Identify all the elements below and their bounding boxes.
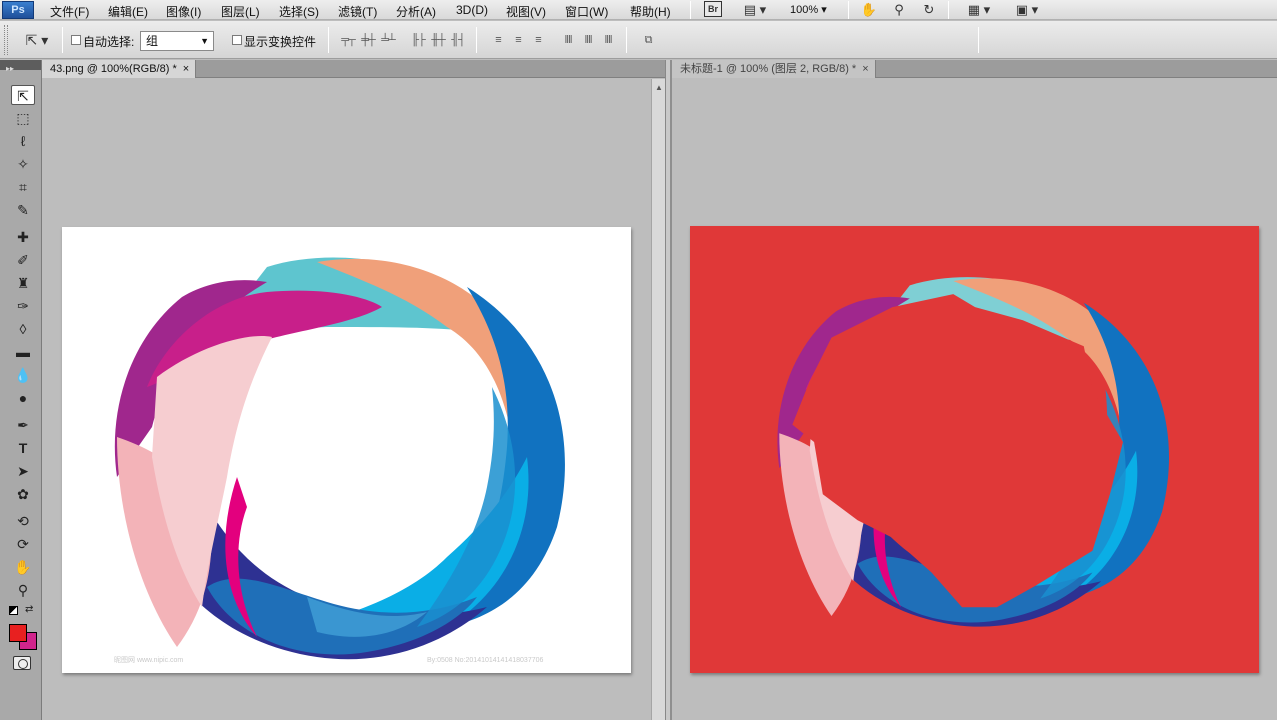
tools-panel-header[interactable]: ▸▸ bbox=[0, 60, 41, 73]
options-grip[interactable] bbox=[4, 25, 8, 55]
auto-select-label: 自动选择: bbox=[83, 35, 135, 49]
menu-window[interactable]: 窗口(W) bbox=[565, 3, 608, 20]
swirl-ring-logo bbox=[114, 257, 565, 660]
distribute-top-icon[interactable]: ≡ bbox=[490, 32, 506, 48]
watermark-left: 昵图网 www.nipic.com bbox=[114, 657, 184, 664]
brush-tool-icon[interactable]: ✐ bbox=[11, 250, 35, 270]
chevron-down-icon: ▼ bbox=[200, 36, 209, 46]
document-tabbar: 43.png @ 100%(RGB/8) * × bbox=[42, 60, 665, 78]
close-icon[interactable]: × bbox=[862, 63, 868, 75]
cutout-ring-logo bbox=[777, 277, 1170, 627]
menu-separator bbox=[690, 1, 691, 19]
zoom-tool-icon[interactable]: ⚲ bbox=[11, 580, 35, 600]
auto-select-value: 组 bbox=[146, 34, 159, 48]
menu-3d[interactable]: 3D(D) bbox=[456, 3, 488, 17]
align-vcenter-icon[interactable]: ╪┼ bbox=[360, 32, 376, 48]
distribute-hcenter-icon[interactable]: ‖‖ bbox=[580, 32, 596, 48]
document-tab-label: 未标题-1 @ 100% (图层 2, RGB/8) * bbox=[680, 63, 857, 75]
document-tabbar: 未标题-1 @ 100% (图层 2, RGB/8) * × bbox=[672, 60, 1277, 78]
document-tab-label: 43.png @ 100%(RGB/8) * bbox=[50, 63, 177, 75]
menu-image[interactable]: 图像(I) bbox=[166, 3, 201, 20]
canvas-right[interactable] bbox=[690, 226, 1259, 673]
history-brush-icon[interactable]: ✑ bbox=[11, 296, 35, 316]
bridge-icon[interactable]: Br bbox=[704, 1, 722, 17]
lasso-tool-icon[interactable]: ℓ bbox=[11, 131, 35, 151]
custom-shape-icon[interactable]: ✿ bbox=[11, 484, 35, 504]
photoshop-logo-icon: Ps bbox=[2, 1, 34, 19]
scroll-up-icon[interactable]: ▲ bbox=[655, 83, 663, 92]
default-colors-icon[interactable] bbox=[9, 606, 18, 615]
path-selection-icon[interactable]: ➤ bbox=[11, 461, 35, 481]
auto-select-checkbox[interactable] bbox=[71, 35, 81, 45]
swap-colors-icon[interactable]: ⇄ bbox=[25, 604, 33, 615]
eyedropper-icon[interactable]: ✎ bbox=[11, 200, 35, 220]
3d-rotate-icon[interactable]: ⟲ bbox=[11, 511, 35, 531]
hand-tool-icon[interactable]: ✋ bbox=[11, 557, 35, 577]
canvas-left[interactable]: 昵图网 www.nipic.com By:0508 No:20141014141… bbox=[62, 227, 631, 673]
screen-mode-icon[interactable]: ▤ ▾ bbox=[738, 1, 772, 19]
quick-mask-icon[interactable] bbox=[13, 656, 31, 670]
blur-icon[interactable]: 💧 bbox=[11, 365, 35, 385]
align-left-icon[interactable]: ╟├ bbox=[410, 32, 426, 48]
menu-filter[interactable]: 滤镜(T) bbox=[338, 3, 377, 20]
vertical-scrollbar[interactable]: ▲ bbox=[651, 79, 665, 720]
move-tool-preset-icon[interactable]: ⇱ ▾ bbox=[18, 31, 56, 49]
align-bottom-icon[interactable]: ╧┴ bbox=[380, 32, 396, 48]
distribute-bottom-icon[interactable]: ≡ bbox=[530, 32, 546, 48]
pen-tool-icon[interactable]: ✒ bbox=[11, 415, 35, 435]
arrange-documents-icon[interactable]: ▦ ▾ bbox=[962, 1, 996, 19]
show-transform-label: 显示变换控件 bbox=[244, 35, 317, 49]
foreground-color-swatch[interactable] bbox=[9, 624, 27, 642]
crop-tool-icon[interactable]: ⌗ bbox=[11, 177, 35, 197]
menu-file[interactable]: 文件(F) bbox=[50, 3, 89, 20]
menu-analysis[interactable]: 分析(A) bbox=[396, 3, 436, 20]
menu-help[interactable]: 帮助(H) bbox=[630, 3, 671, 20]
menu-bar: Ps 文件(F) 编辑(E) 图像(I) 图层(L) 选择(S) 滤镜(T) 分… bbox=[0, 0, 1277, 20]
menu-separator bbox=[948, 1, 949, 19]
options-separator bbox=[328, 27, 329, 53]
eraser-icon[interactable]: ◊ bbox=[11, 319, 35, 339]
zoom-level[interactable]: 100% ▾ bbox=[790, 3, 827, 16]
3d-orbit-icon[interactable]: ⟳ bbox=[11, 534, 35, 554]
move-tool-icon[interactable]: ⇱ bbox=[11, 85, 35, 105]
options-separator bbox=[62, 27, 63, 53]
options-bar: ⇱ ▾ 自动选择: 组 ▼ 显示变换控件 ╤┬ ╪┼ ╧┴ ╟├ ╫┼ ╢┤ ≡… bbox=[0, 21, 1277, 59]
distribute-right-icon[interactable]: ‖‖ bbox=[600, 32, 616, 48]
rotate-view-icon[interactable]: ↻ bbox=[920, 1, 938, 19]
hand-icon[interactable]: ✋ bbox=[860, 1, 878, 19]
zoom-icon[interactable]: ⚲ bbox=[890, 1, 908, 19]
zoom-value: 100% bbox=[790, 4, 819, 16]
document-tab-untitled-1[interactable]: 未标题-1 @ 100% (图层 2, RGB/8) * × bbox=[672, 60, 876, 78]
healing-brush-icon[interactable]: ✚ bbox=[11, 227, 35, 247]
align-top-icon[interactable]: ╤┬ bbox=[340, 32, 356, 48]
gradient-icon[interactable]: ▬ bbox=[11, 342, 35, 362]
close-icon[interactable]: × bbox=[183, 63, 189, 75]
options-separator bbox=[978, 27, 979, 53]
clone-stamp-icon[interactable]: ♜ bbox=[11, 273, 35, 293]
watermark-right: By:0508 No:20141014141418037706 bbox=[427, 657, 544, 664]
screen-size-icon[interactable]: ▣ ▾ bbox=[1010, 1, 1044, 19]
marquee-tool-icon[interactable]: ⬚ bbox=[11, 108, 35, 128]
menu-layer[interactable]: 图层(L) bbox=[221, 3, 260, 20]
options-separator bbox=[626, 27, 627, 53]
distribute-left-icon[interactable]: ‖‖ bbox=[560, 32, 576, 48]
type-tool-icon[interactable]: T bbox=[11, 438, 35, 458]
auto-align-icon[interactable]: ⧉ bbox=[640, 32, 656, 48]
align-hcenter-icon[interactable]: ╫┼ bbox=[430, 32, 446, 48]
distribute-vcenter-icon[interactable]: ≡ bbox=[510, 32, 526, 48]
menu-select[interactable]: 选择(S) bbox=[279, 3, 319, 20]
menu-view[interactable]: 视图(V) bbox=[506, 3, 546, 20]
dodge-icon[interactable]: ● bbox=[11, 388, 35, 408]
align-right-icon[interactable]: ╢┤ bbox=[450, 32, 466, 48]
menu-separator bbox=[848, 1, 849, 19]
document-tab-43png[interactable]: 43.png @ 100%(RGB/8) * × bbox=[42, 60, 197, 78]
options-separator bbox=[476, 27, 477, 53]
magic-wand-icon[interactable]: ✧ bbox=[11, 154, 35, 174]
show-transform-checkbox[interactable] bbox=[232, 35, 242, 45]
menu-edit[interactable]: 编辑(E) bbox=[108, 3, 148, 20]
auto-select-dropdown[interactable]: 组 ▼ bbox=[140, 31, 214, 51]
expand-icon[interactable]: ▸▸ bbox=[0, 64, 14, 73]
